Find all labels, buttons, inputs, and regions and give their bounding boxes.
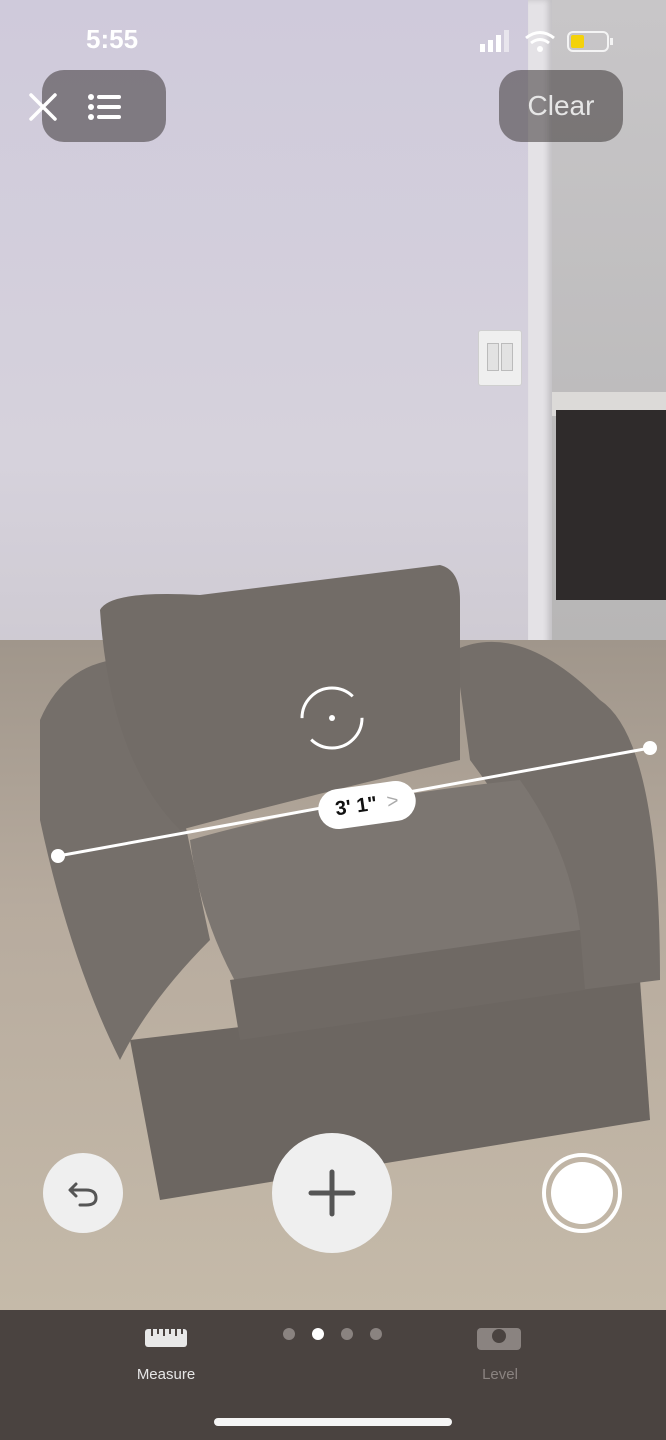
plus-icon [308,1169,356,1217]
status-icons [480,30,613,52]
measurement-value: 3' 1" [333,792,379,820]
chevron-right-icon: > [385,789,401,813]
status-time: 5:55 [86,24,139,54]
tab-level-label: Level [482,1366,518,1383]
clear-button[interactable]: Clear [499,70,623,142]
list-icon[interactable] [84,86,126,128]
page-dot [283,1328,295,1340]
wifi-icon [525,31,555,45]
page-dot [370,1328,382,1340]
tab-measure[interactable]: Measure [124,1322,208,1392]
capture-button[interactable] [542,1153,622,1233]
shutter-icon [551,1162,613,1224]
tab-measure-label: Measure [136,1366,196,1383]
add-point-button[interactable] [272,1133,392,1253]
camera-view [0,0,666,1310]
tab-level[interactable]: Level [458,1322,542,1392]
close-icon[interactable] [22,86,64,128]
page-dot [341,1328,353,1340]
armchair [40,565,660,1200]
home-indicator[interactable] [214,1418,452,1426]
level-icon [477,1328,521,1350]
undo-button[interactable] [43,1153,123,1233]
page-dot-active [312,1328,324,1340]
undo-icon [68,1182,98,1207]
battery-icon [567,31,613,52]
ruler-icon [145,1329,187,1347]
signal-icon [480,44,485,52]
